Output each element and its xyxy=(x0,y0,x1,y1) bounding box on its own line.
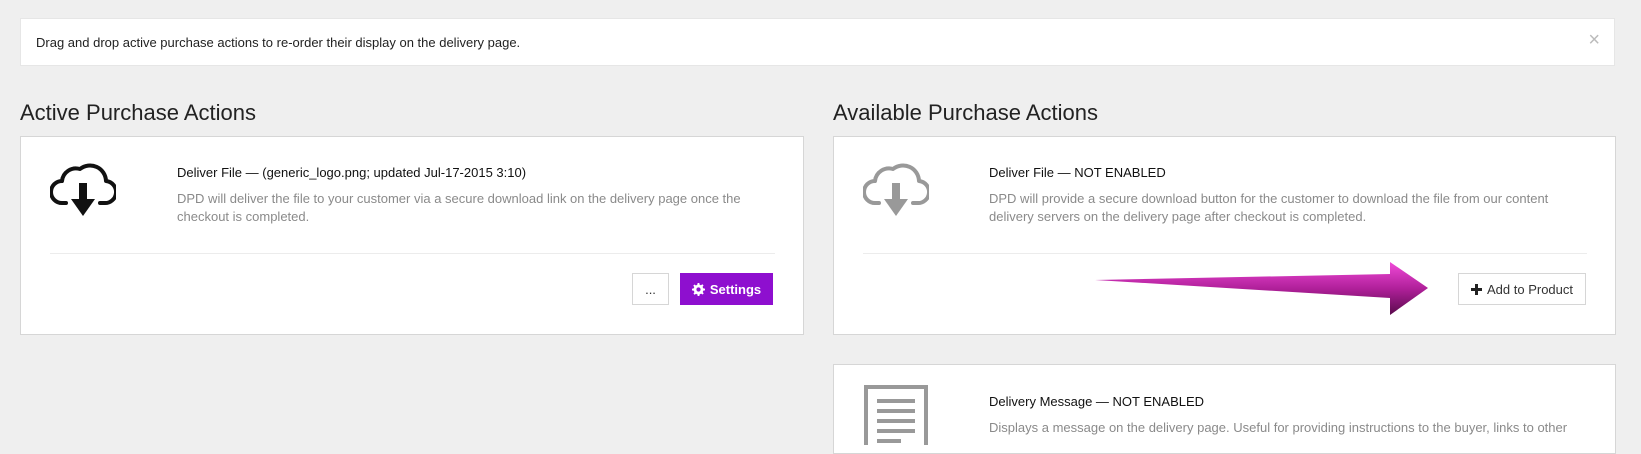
plus-icon xyxy=(1471,283,1482,295)
action-title: Deliver File — (generic_logo.png; update… xyxy=(177,165,527,180)
settings-label: Settings xyxy=(709,281,762,297)
close-icon[interactable]: × xyxy=(1588,30,1600,50)
add-to-product-label: Add to Product xyxy=(1487,281,1573,297)
action-description: DPD will provide a secure download butto… xyxy=(989,191,1549,224)
document-icon xyxy=(864,385,928,454)
action-title: Deliver File — NOT ENABLED xyxy=(989,165,1166,180)
notice-text: Drag and drop active purchase actions to… xyxy=(36,35,521,50)
available-action-card-delivery-message: Delivery Message — NOT ENABLED Displays … xyxy=(833,364,1616,454)
settings-button[interactable]: Settings xyxy=(680,273,773,305)
active-action-card-deliver-file[interactable]: Deliver File — (generic_logo.png; update… xyxy=(20,136,804,335)
arrow-pointer-icon xyxy=(1095,260,1430,323)
more-options-button[interactable]: ... xyxy=(632,273,669,305)
gear-icon xyxy=(691,282,705,296)
action-title: Delivery Message — NOT ENABLED xyxy=(989,394,1205,409)
card-divider xyxy=(50,253,775,254)
available-actions-heading: Available Purchase Actions xyxy=(833,100,1098,125)
active-actions-heading: Active Purchase Actions xyxy=(20,100,257,125)
cloud-download-icon xyxy=(862,161,932,222)
add-to-product-button[interactable]: Add to Product xyxy=(1458,273,1586,305)
card-divider xyxy=(863,253,1587,254)
action-description: Displays a message on the delivery page.… xyxy=(989,420,1568,435)
action-description: DPD will deliver the file to your custom… xyxy=(177,191,741,224)
info-notice: Drag and drop active purchase actions to… xyxy=(20,18,1615,66)
cloud-download-icon xyxy=(49,161,119,222)
